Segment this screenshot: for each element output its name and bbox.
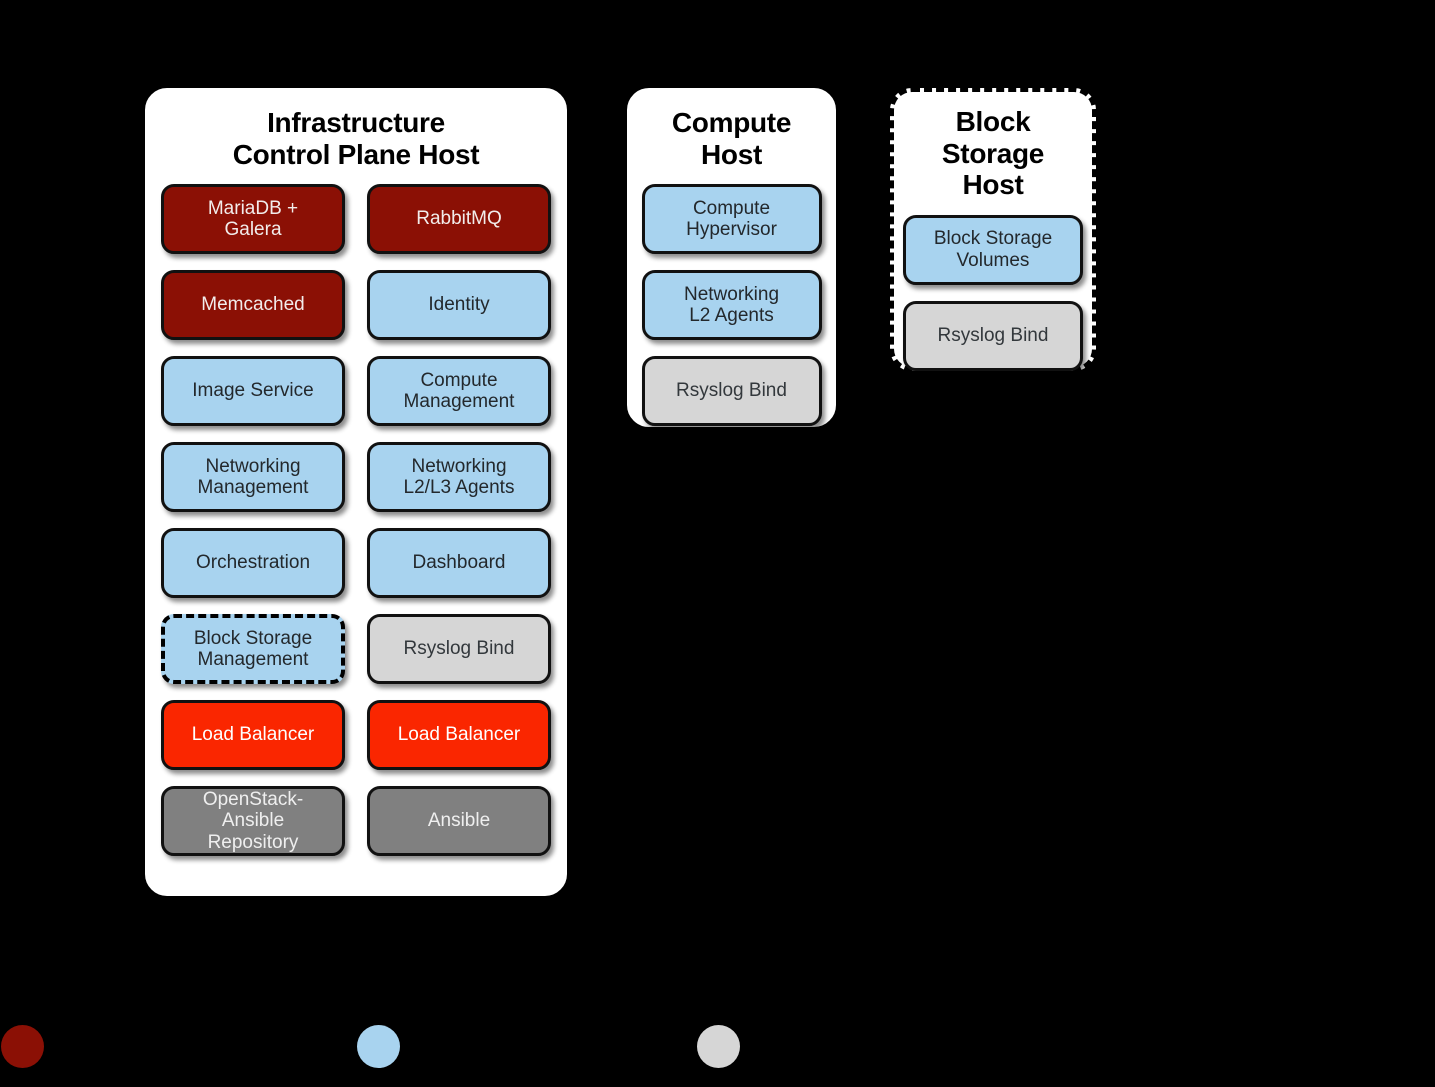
legend-dot-service <box>357 1025 400 1068</box>
service-box[interactable]: MariaDB + Galera <box>161 184 345 255</box>
host-title-infrastructure-control-plane-host: Infrastructure Control Plane Host <box>232 107 480 170</box>
service-box[interactable]: Rsyslog Bind <box>903 300 1083 371</box>
service-box[interactable]: Networking L2/L3 Agents <box>367 442 551 513</box>
service-box[interactable]: Block Storage Management <box>161 614 345 685</box>
service-box[interactable]: Compute Management <box>367 356 551 427</box>
service-box-grid: Block Storage Volumes Rsyslog Bind <box>903 214 1083 371</box>
service-row: Networking L2 Agents <box>641 270 822 341</box>
service-row: Networking Management Networking L2/L3 Ag… <box>161 442 551 513</box>
service-row: MariaDB + Galera RabbitMQ <box>161 184 551 255</box>
service-row: Compute Hypervisor <box>641 184 822 255</box>
host-title-block-storage-host: Block Storage Host <box>941 106 1045 201</box>
service-row: Block Storage Volumes <box>903 214 1083 285</box>
service-box[interactable]: Compute Hypervisor <box>641 184 822 255</box>
service-box-grid: MariaDB + Galera RabbitMQ Memcached Identit… <box>161 184 551 857</box>
legend-dot-database <box>1 1025 44 1068</box>
service-box[interactable]: Rsyslog Bind <box>367 614 551 685</box>
service-row: Block Storage Management Rsyslog Bind <box>161 614 551 685</box>
service-row: Rsyslog Bind <box>641 356 822 427</box>
host-title-compute-host: Compute Host <box>671 107 792 170</box>
service-box[interactable]: Rsyslog Bind <box>641 356 822 427</box>
service-box[interactable]: Networking Management <box>161 442 345 513</box>
service-box[interactable]: Memcached <box>161 270 345 341</box>
service-row: Image Service Compute Management <box>161 356 551 427</box>
service-row: Memcached Identity <box>161 270 551 341</box>
service-row: Rsyslog Bind <box>903 300 1083 371</box>
host-panel-compute-host: Compute Host Compute Hypervisor Networking… <box>627 88 836 427</box>
host-panel-block-storage-host: Block Storage Host Block Storage Volumes R… <box>890 88 1096 371</box>
service-row: Orchestration Dashboard <box>161 528 551 599</box>
service-box[interactable]: Block Storage Volumes <box>903 214 1083 285</box>
service-box[interactable]: Ansible <box>367 786 551 857</box>
service-row: OpenStack- Ansible Repository Ansible <box>161 786 551 857</box>
service-box[interactable]: OpenStack- Ansible Repository <box>161 786 345 857</box>
service-box-grid: Compute Hypervisor Networking L2 Agents Rs… <box>641 184 822 427</box>
diagram-canvas: Infrastructure Control Plane Host MariaDB… <box>0 0 1435 1087</box>
service-box[interactable]: Image Service <box>161 356 345 427</box>
service-box[interactable]: Dashboard <box>367 528 551 599</box>
service-box[interactable]: Load Balancer <box>161 700 345 771</box>
service-row: Load Balancer Load Balancer <box>161 700 551 771</box>
host-panel-infrastructure-control-plane-host: Infrastructure Control Plane Host MariaDB… <box>145 88 567 896</box>
service-box[interactable]: Orchestration <box>161 528 345 599</box>
service-box[interactable]: RabbitMQ <box>367 184 551 255</box>
legend-dot-support <box>697 1025 740 1068</box>
service-box[interactable]: Networking L2 Agents <box>641 270 822 341</box>
service-box[interactable]: Identity <box>367 270 551 341</box>
service-box[interactable]: Load Balancer <box>367 700 551 771</box>
